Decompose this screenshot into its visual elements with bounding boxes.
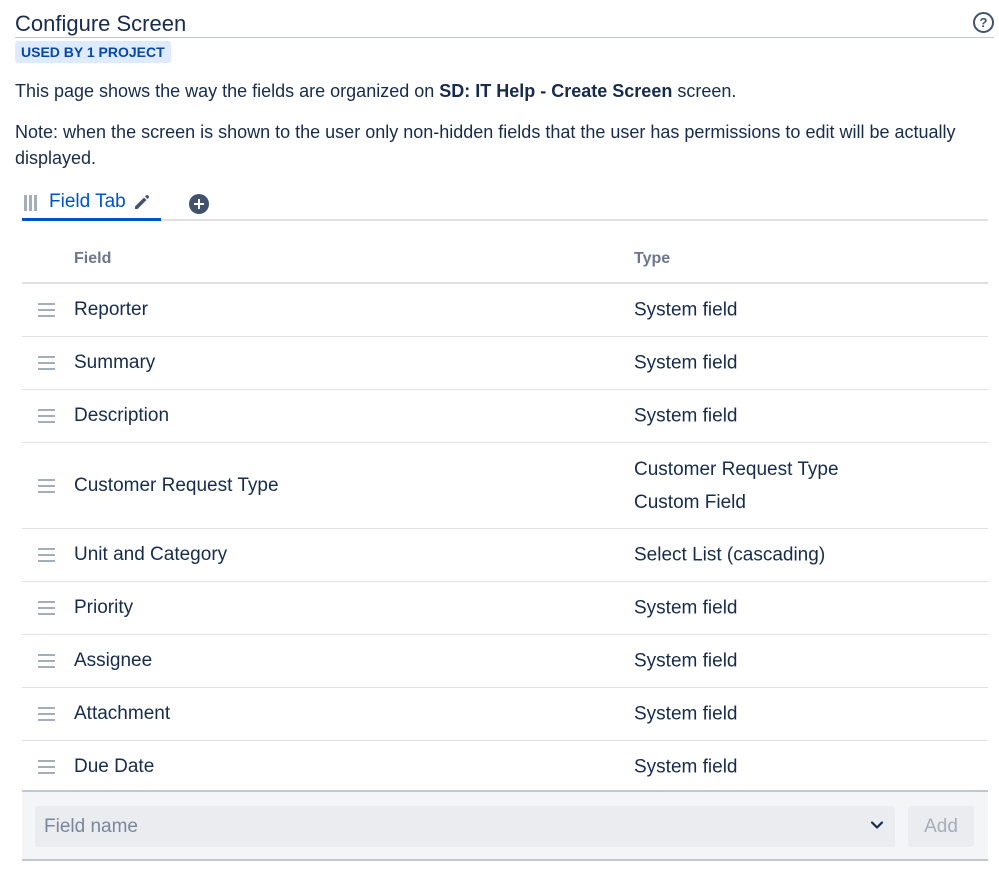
description-prefix: This page shows the way the fields are o… [15,81,440,101]
field-type-line: System field [634,352,738,374]
field-type: Select List (cascading) [634,539,974,572]
add-field-button[interactable]: Add [908,806,974,847]
table-row[interactable]: Summary System field [22,337,988,390]
field-name: Description [74,405,170,426]
field-name: Summary [74,352,156,373]
table-body: Reporter System field Summary System field D… [22,284,988,794]
drag-handle-icon[interactable] [38,759,55,775]
question-circle-icon[interactable]: ? [973,12,994,33]
fields-table: Field Type Reporter System field Summary Sy… [22,238,988,794]
table-row[interactable]: Unit and Category Select List (cascading) [22,529,988,582]
table-row[interactable]: Attachment System field [22,688,988,741]
field-type-line: System field [634,703,738,725]
tab-drag-handle-icon[interactable] [24,195,38,211]
add-field-bar: Field name Add [22,790,988,861]
field-name: Customer Request Type [74,474,279,496]
table-header: Field Type [22,238,988,284]
screen-tabs: Field Tab [22,186,988,221]
field-type: System field [634,400,974,433]
field-type-line: System field [634,405,738,427]
drag-handle-icon[interactable] [38,706,55,722]
drag-handle-icon[interactable] [38,355,55,371]
field-type: System field [634,751,974,784]
table-row[interactable]: Due Date System field [22,741,988,794]
field-type: System field [634,698,974,731]
description-suffix: screen. [672,81,737,101]
page-title: Configure Screen [15,11,187,36]
field-name: Attachment [74,703,171,724]
drag-handle-icon[interactable] [38,302,55,318]
table-row[interactable]: Customer Request Type Customer Request Ty… [22,443,988,529]
field-type-line: System field [634,597,738,619]
column-header-type: Type [634,250,671,267]
field-type-line: System field [634,299,738,321]
field-type-line: Customer Request Type [634,458,839,480]
drag-handle-icon[interactable] [38,547,55,563]
drag-handle-icon[interactable] [38,478,55,494]
table-row[interactable]: Assignee System field [22,635,988,688]
field-type: System field [634,645,974,678]
table-row[interactable]: Reporter System field [22,284,988,337]
permissions-note: Note: when the screen is shown to the us… [15,122,956,168]
screen-description: This page shows the way the fields are o… [15,80,736,102]
field-type: System field [634,294,974,327]
drag-handle-icon[interactable] [38,600,55,616]
field-type-line: System field [634,756,738,778]
table-row[interactable]: Priority System field [22,582,988,635]
field-type: System field [634,592,974,625]
add-tab-icon[interactable] [189,194,209,214]
screen-name: SD: IT Help - Create Screen [439,81,673,101]
pencil-icon[interactable] [132,192,152,212]
page-header: Configure Screen ? [15,10,994,38]
field-name: Reporter [74,299,148,320]
drag-handle-icon[interactable] [38,653,55,669]
field-type-line: System field [634,650,738,672]
usage-lozenge[interactable]: USED BY 1 PROJECT [15,41,171,63]
field-type: System field [634,347,974,380]
field-type-line: Select List (cascading) [634,544,826,566]
field-name-placeholder: Field name [44,816,138,837]
drag-handle-icon[interactable] [38,408,55,424]
field-name: Assignee [74,650,153,671]
tab-field-tab[interactable]: Field Tab [22,186,161,221]
field-type-line: Custom Field [634,491,746,513]
field-name: Due Date [74,756,155,777]
chevron-down-icon [870,821,884,829]
tab-label: Field Tab [49,191,126,212]
field-name: Unit and Category [74,544,228,565]
field-name-select[interactable]: Field name [35,806,895,847]
field-type: Customer Request Type Custom Field [634,453,974,519]
table-row[interactable]: Description System field [22,390,988,443]
column-header-field: Field [74,250,112,267]
field-name: Priority [74,597,134,618]
